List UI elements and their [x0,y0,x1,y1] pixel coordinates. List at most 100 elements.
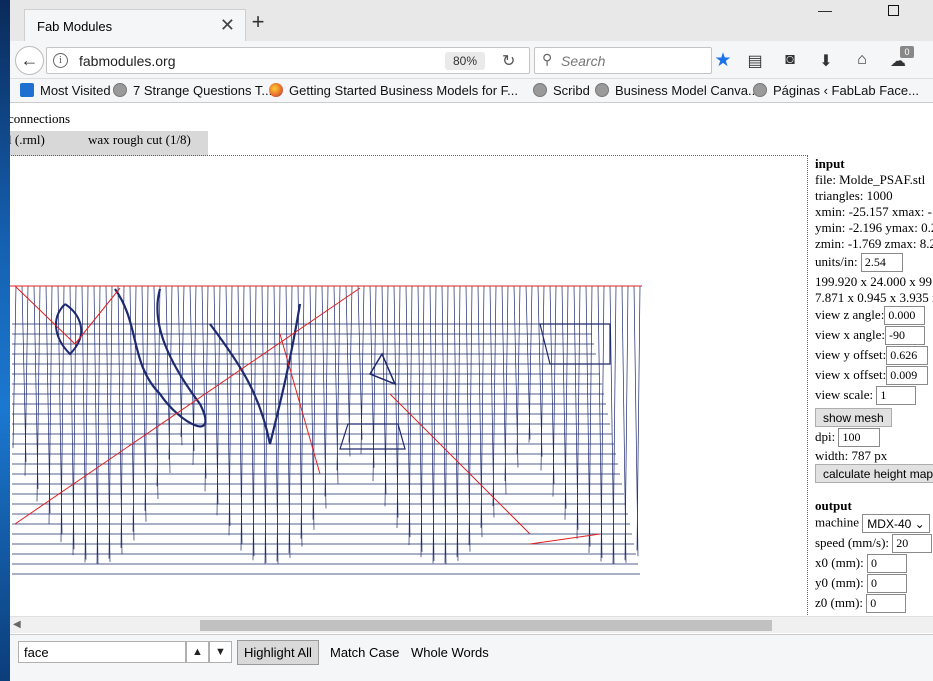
url-bar[interactable]: i fabmodules.org 80% ↻ [46,47,530,74]
new-tab-icon[interactable]: + [246,11,270,33]
size-mm: 199.920 x 24.000 x 99. [815,274,933,289]
speed-input[interactable] [892,534,933,553]
find-input[interactable] [18,641,186,663]
process-menu[interactable]: wax rough cut (1/8) [88,132,191,148]
find-previous-button[interactable]: ▲ [186,641,209,663]
toolpath-line [384,285,389,507]
search-bar[interactable]: ⚲ Search [534,47,712,74]
dpi-input[interactable] [838,428,881,447]
toolpath-line [168,285,173,460]
view-z-angle-input[interactable] [884,306,926,325]
view-x-offset-input[interactable] [886,366,929,385]
machine-select[interactable]: MDX-40 ⌄ [862,514,930,533]
scrollbar-thumb[interactable] [200,620,772,631]
bookmark-item[interactable]: Páginas ‹ FabLab Face... [753,83,919,98]
tab-fab-modules[interactable]: Fab Modules ✕ [24,9,246,41]
close-tab-icon[interactable]: ✕ [220,15,235,36]
toolpath-line [516,285,521,454]
whole-words-option[interactable]: Whole Words [411,645,489,660]
view-scale-input[interactable] [876,386,917,405]
horizontal-scrollbar[interactable]: ◀ [10,616,933,633]
rapid-move [14,287,361,525]
toolpath-line [336,285,341,471]
home-icon[interactable]: ⌂ [852,51,872,69]
z0-input[interactable] [866,594,907,613]
desktop-background [0,0,10,681]
toolpath-line [144,285,149,511]
info-icon[interactable]: i [53,53,68,68]
bookmark-item[interactable]: Business Models for F... [380,83,518,98]
rapid-move [14,285,76,345]
toolpath-line [360,285,365,454]
reading-list-icon[interactable]: ▤ [745,51,765,71]
toolpath-line [396,285,401,528]
toolpath-line [192,285,197,465]
toolpath-line [372,285,377,482]
highlight-all-button[interactable]: Highlight All [237,640,319,665]
y0-input[interactable] [867,574,907,593]
bookmark-item[interactable]: Business Model Canva... [595,83,759,98]
find-bar: ▲ ▼ Highlight All Match Case Whole Words [10,634,933,681]
search-icon: ⚲ [542,51,553,67]
toolpath-line [216,285,221,516]
reload-icon[interactable]: ↻ [502,51,515,71]
toolpath-line [24,285,29,476]
view-x-angle-input[interactable] [885,326,926,345]
x0-label: x0 (mm): [815,555,864,570]
chevron-down-icon: ⌄ [914,517,925,531]
toolpath-contour [368,352,397,386]
bookmark-star-icon[interactable]: ★ [713,49,733,72]
toolpath-line [288,285,293,553]
toolpath-line [456,285,461,558]
bookmark-getting-started[interactable]: Getting Started [269,83,376,98]
view-z-angle-label: view z angle: [815,307,885,322]
dpi-label: dpi: [815,429,836,444]
bookmark-most-visited[interactable]: Most Visited [20,83,111,98]
toolpath-line [480,285,485,528]
toolpath-line [120,285,125,548]
firefox-icon [269,83,283,97]
toolpath-line [240,285,245,551]
globe-icon [753,83,767,97]
toolpath-line [72,285,77,556]
back-button[interactable]: ← [15,46,44,75]
show-mesh-button[interactable]: show mesh [815,408,892,427]
minimize-icon[interactable]: — [818,2,832,18]
view-x-angle-label: view x angle: [815,327,886,342]
speed-label: speed (mm/s): [815,535,890,550]
toolpath-line [468,285,473,546]
zoom-level-badge[interactable]: 80% [445,52,485,70]
units-input[interactable] [860,253,903,272]
scroll-left-icon[interactable]: ◀ [13,619,21,630]
url-text[interactable]: fabmodules.org [79,53,176,69]
toolpath-line [312,285,317,520]
tab-title: Fab Modules [37,19,113,34]
size-in: 7.871 x 0.945 x 3.935 i [815,290,933,305]
format-menu[interactable]: l (.rml) [10,132,45,148]
x-range: xmin: -25.157 xmax: -1 [815,204,933,219]
calculate-height-map-button[interactable]: calculate height map [815,464,933,483]
globe-icon [595,83,609,97]
view-y-offset-input[interactable] [886,346,929,365]
toolpath-line [324,285,329,497]
pocket-icon[interactable]: ◙ [780,51,800,69]
z0-label: z0 (mm): [815,595,864,610]
maximize-icon[interactable] [888,5,899,16]
toolpath-line [228,285,233,536]
x0-input[interactable] [867,554,907,573]
toolpath-line [432,285,437,564]
toolpath-line [96,285,101,564]
bookmark-scribd[interactable]: Scribd [533,83,590,98]
notification-badge: 0 [900,46,914,58]
globe-icon [533,83,547,97]
view-x-offset-label: view x offset: [815,367,887,382]
downloads-icon[interactable]: ⬇ [816,51,836,71]
match-case-option[interactable]: Match Case [330,645,399,660]
view-y-offset-label: view y offset: [815,347,887,362]
find-next-button[interactable]: ▼ [209,641,232,663]
back-arrow-icon: ← [20,50,39,70]
toolpath-lines [10,285,642,575]
bookmark-item[interactable]: 7 Strange Questions T... [113,83,272,98]
page-content: connections l (.rml) wax rough cut (1/8)… [10,104,933,616]
browser-window: Fab Modules ✕ + — ← i fabmodules.org 80%… [10,0,933,681]
